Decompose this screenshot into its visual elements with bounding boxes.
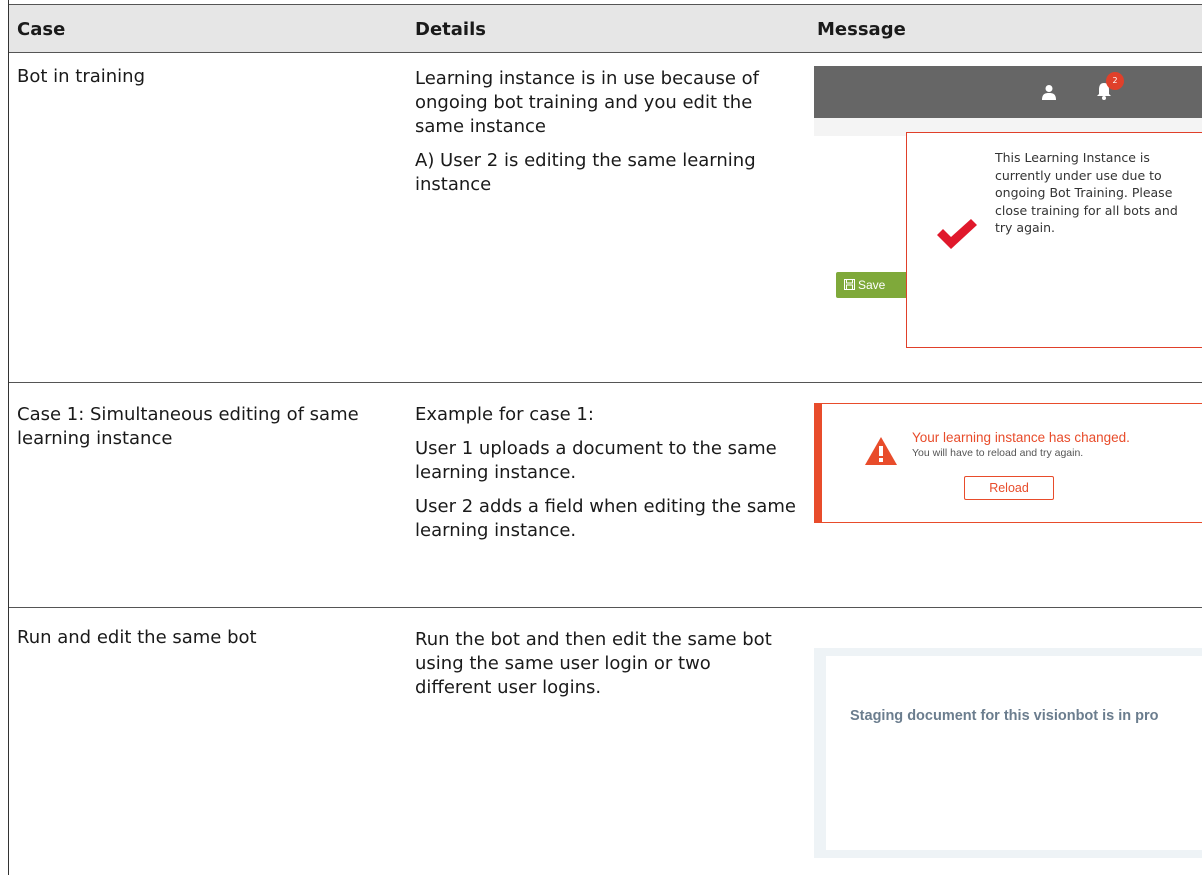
save-icon — [844, 279, 855, 290]
notification-badge: 2 — [1106, 72, 1124, 90]
training-dialog: This Learning Instance is currently unde… — [906, 132, 1202, 348]
table-header: Case Details Message — [9, 4, 1202, 53]
row1-case: Bot in training — [17, 66, 146, 87]
save-button[interactable]: Save — [836, 272, 912, 298]
check-icon — [937, 219, 977, 249]
warning-icon — [865, 437, 897, 465]
header-message: Message — [817, 19, 906, 40]
header-case: Case — [17, 19, 66, 40]
header-details: Details — [415, 19, 486, 40]
row2-detail-1: Example for case 1: — [415, 404, 594, 425]
reload-button[interactable]: Reload — [964, 476, 1054, 500]
staging-text: Staging document for this visionbot is i… — [850, 708, 1159, 724]
row2-detail-2: User 1 uploads a document to the same le… — [415, 438, 777, 483]
row3-detail-1: Run the bot and then edit the same bot u… — [415, 629, 772, 698]
save-label: Save — [858, 278, 886, 292]
top-bar: 2 — [814, 66, 1202, 118]
row3-details: Run the bot and then edit the same bot u… — [415, 628, 785, 710]
staging-message-screenshot: Staging document for this visionbot is i… — [814, 648, 1202, 858]
cases-table: Case Details Message Bot in training Lea… — [8, 0, 1202, 875]
training-message-screenshot: 2 Save This Learning Instance is current… — [814, 66, 1202, 356]
user-icon — [1042, 85, 1056, 100]
row2-detail-3: User 2 adds a field when editing the sam… — [415, 496, 796, 541]
changed-subtitle: You will have to reload and try again. — [912, 447, 1084, 459]
row1-detail-2: A) User 2 is editing the same learning i… — [415, 150, 756, 195]
row-divider — [9, 382, 1202, 383]
instance-changed-message: Your learning instance has changed. You … — [814, 403, 1202, 523]
changed-title: Your learning instance has changed. — [912, 430, 1130, 445]
row1-details: Learning instance is in use because of o… — [415, 67, 800, 207]
row2-details: Example for case 1: User 1 uploads a doc… — [415, 403, 805, 553]
dialog-message: This Learning Instance is currently unde… — [995, 150, 1178, 235]
row-divider — [9, 607, 1202, 608]
staging-panel: Staging document for this visionbot is i… — [826, 656, 1202, 850]
row1-detail-1: Learning instance is in use because of o… — [415, 68, 760, 137]
row2-case: Case 1: Simultaneous editing of same lea… — [17, 404, 359, 449]
row3-case: Run and edit the same bot — [17, 627, 257, 648]
